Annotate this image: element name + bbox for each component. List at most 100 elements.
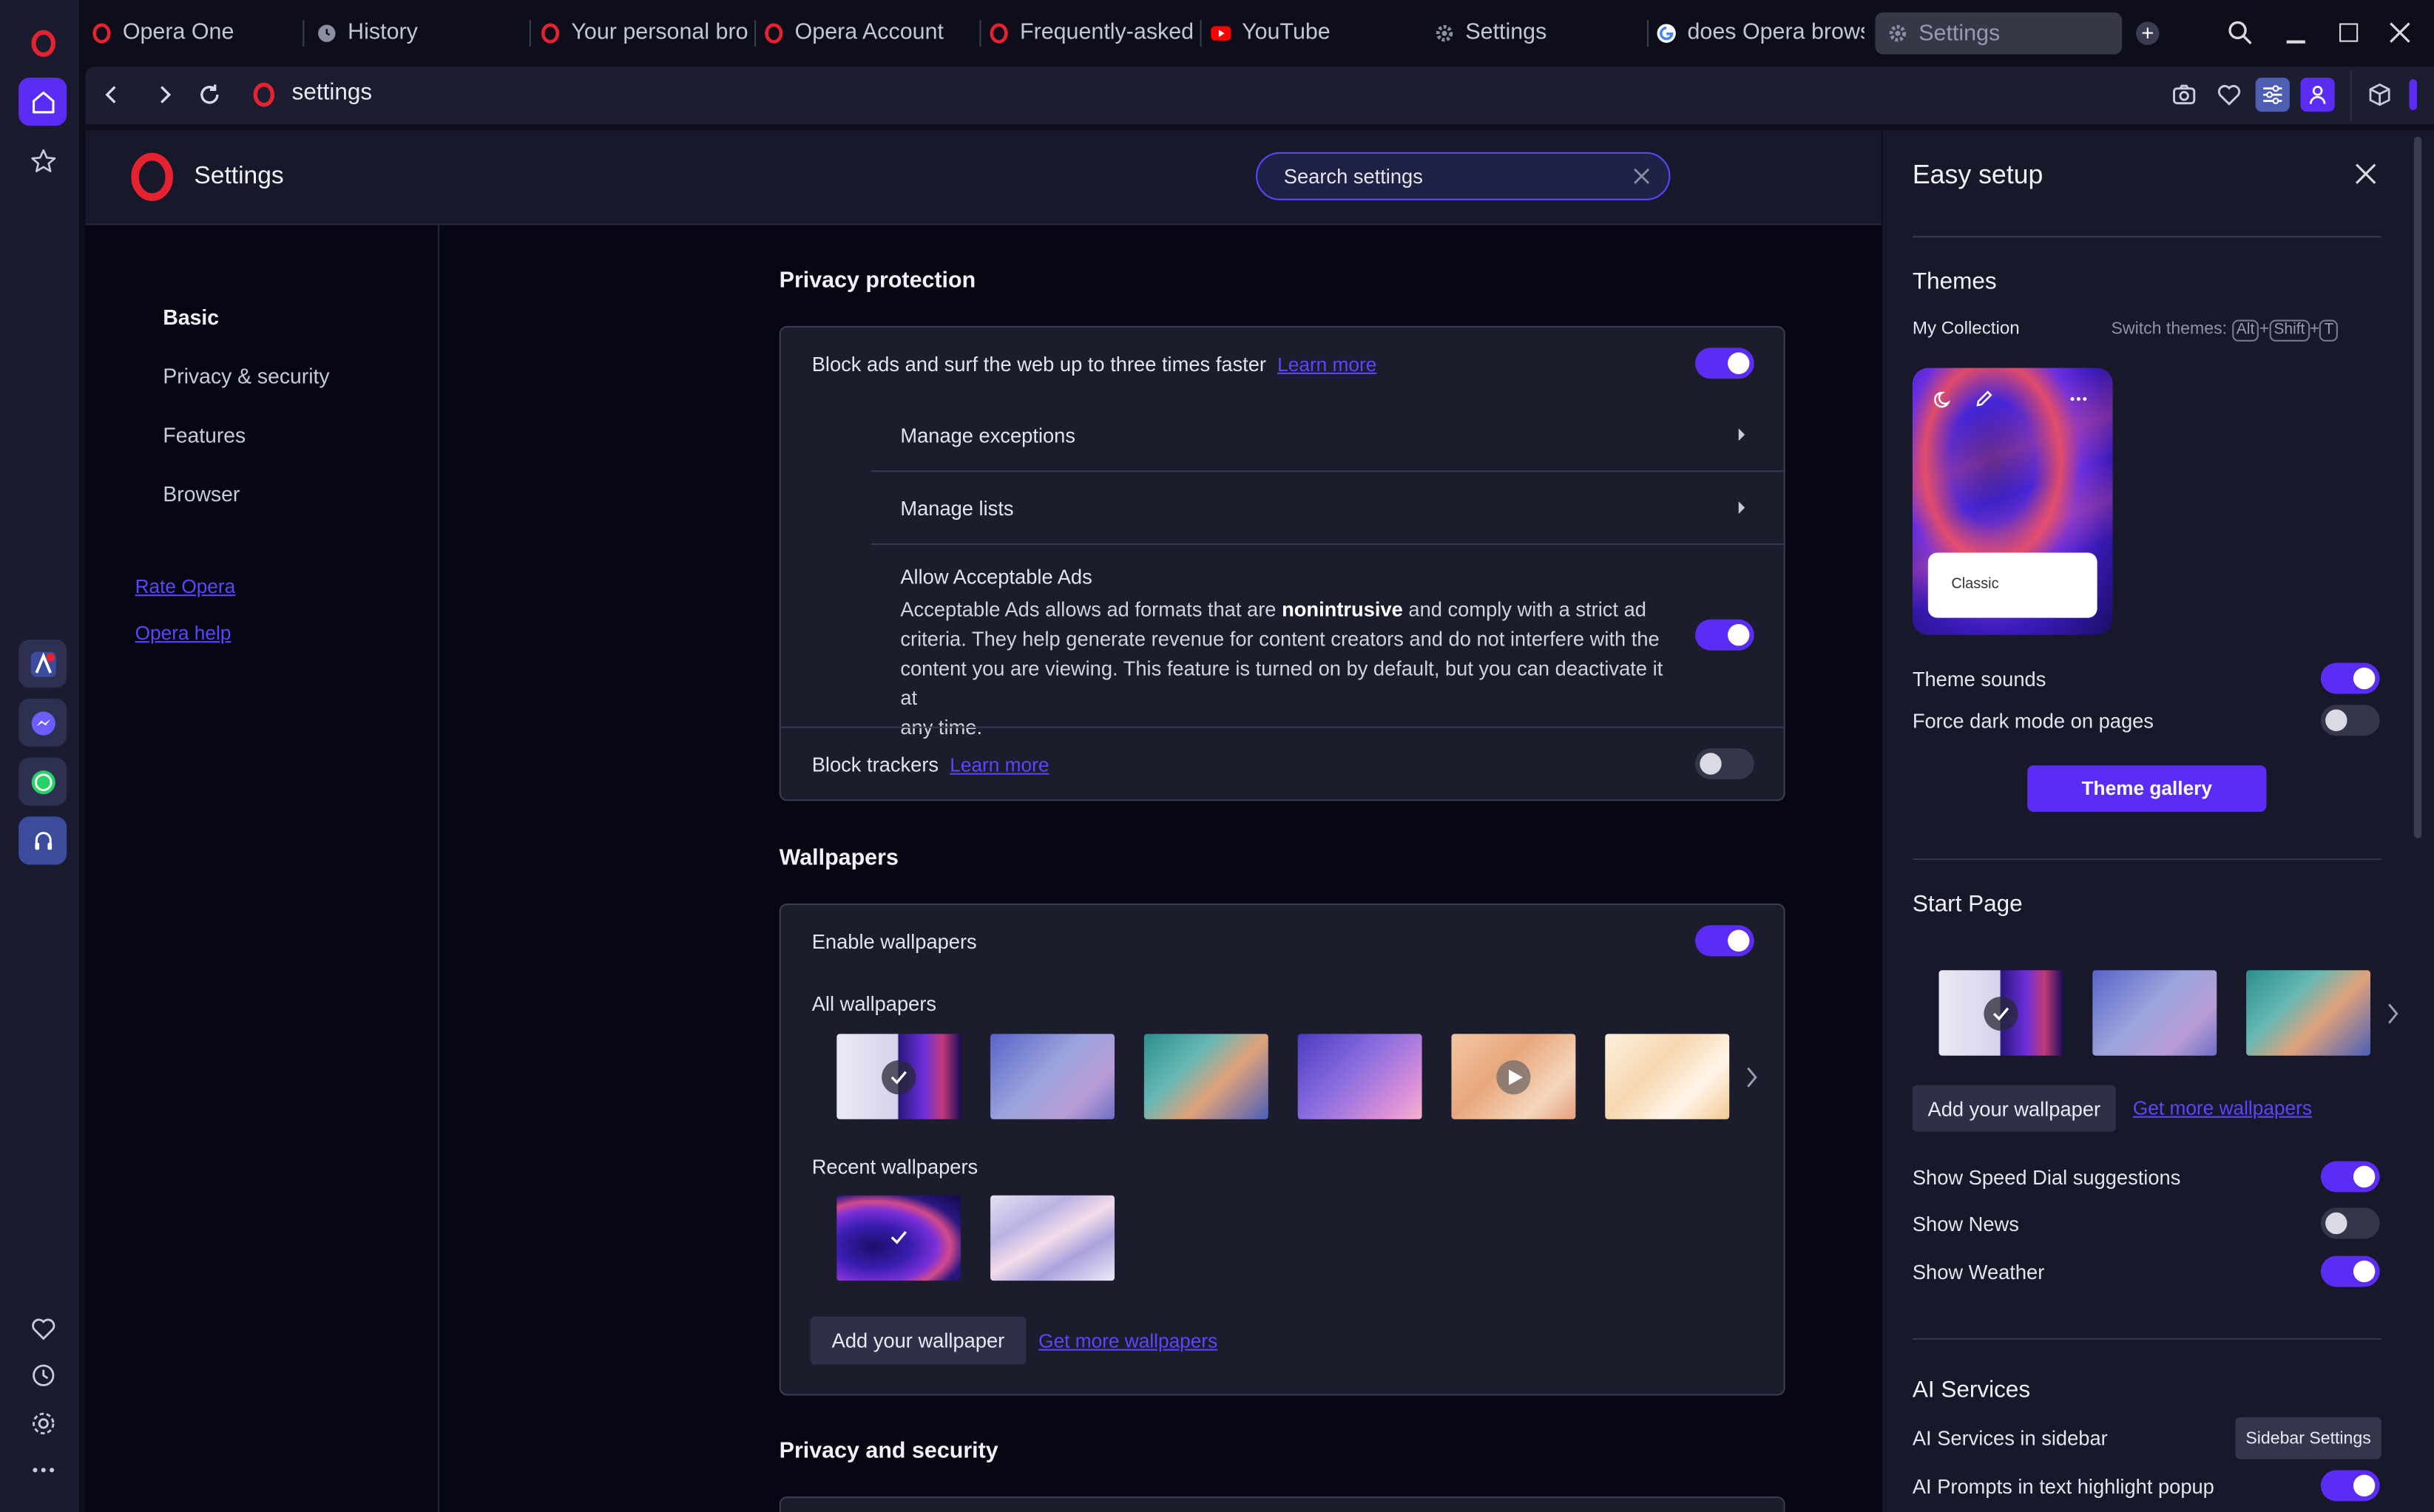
settings-gear-icon[interactable] [18,1399,67,1447]
music-player-icon[interactable] [18,816,67,865]
edit-pencil-icon[interactable] [1975,390,1993,408]
wallpaper-thumb[interactable] [1143,1034,1268,1119]
tab-opera-account[interactable]: Opera Account [764,10,973,56]
acceptable-ads-title: Allow Acceptable Ads [900,565,1092,589]
theme-sounds-label: Theme sounds [1912,667,2046,691]
recent-wallpaper-thumb-selected[interactable] [836,1195,961,1281]
theme-card-classic[interactable]: Classic [1912,367,2113,635]
extensions-cube-icon[interactable] [2367,82,2393,107]
privacy-security-card [779,1496,1785,1512]
chevron-right-icon[interactable] [1736,427,1748,442]
force-dark-toggle[interactable] [2320,705,2380,736]
manage-exceptions-label[interactable]: Manage exceptions [900,424,1075,447]
start-wallpaper-thumb[interactable] [2246,970,2371,1056]
close-window-icon[interactable] [2389,21,2410,43]
rate-opera-link[interactable]: Rate Opera [135,576,236,597]
history-icon[interactable] [18,1351,67,1399]
get-more-wallpapers-link[interactable]: Get more wallpapers [2133,1097,2312,1119]
heart-icon[interactable] [18,1304,67,1352]
tab-opera-one[interactable]: Opera One [92,10,294,56]
more-icon[interactable] [18,1445,67,1494]
theme-sounds-toggle[interactable] [2320,662,2380,694]
clear-search-icon[interactable] [1633,168,1650,185]
chevron-right-icon[interactable] [2386,1003,2400,1024]
theme-gallery-button[interactable]: Theme gallery [2027,765,2267,813]
block-ads-learn-more[interactable]: Learn more [1277,354,1376,376]
my-collection-label: My Collection [1912,319,2020,339]
history-icon [318,24,336,41]
tab-history[interactable]: History [317,10,518,56]
block-trackers-learn-more[interactable]: Learn more [950,754,1049,776]
search-settings-input[interactable]: Search settings [1256,152,1671,200]
nav-privacy-security[interactable]: Privacy & security [163,365,329,387]
snapshot-icon[interactable] [2171,82,2197,107]
block-trackers-toggle[interactable] [1694,748,1754,779]
get-more-wallpapers-link[interactable]: Get more wallpapers [1038,1330,1217,1352]
add-your-wallpaper-button[interactable]: Add your wallpaper [1912,1085,2116,1132]
themes-heading: Themes [1912,268,1997,295]
search-tabs-icon[interactable] [2228,20,2253,45]
forward-icon[interactable] [151,81,179,109]
sidebar-settings-button[interactable]: Sidebar Settings [2235,1417,2381,1460]
wallpaper-thumb[interactable] [990,1034,1115,1119]
chevron-right-icon[interactable] [1745,1066,1759,1088]
maximize-button[interactable] [2339,23,2359,42]
nav-basic[interactable]: Basic [163,306,219,329]
aria-icon[interactable] [18,640,67,688]
start-wallpaper-thumb-selected[interactable] [1938,970,2063,1056]
ai-services-heading: AI Services [1912,1377,2031,1404]
wallpaper-thumb-selected[interactable] [836,1034,961,1119]
privacy-security-title: Privacy and security [779,1439,998,1464]
wallpaper-thumb[interactable] [1605,1034,1730,1119]
tab-youtube[interactable]: YouTube [1211,10,1428,56]
tab-label: Opera Account [794,20,944,45]
tab-settings-active[interactable]: Settings [1875,12,2123,55]
tab-google-search[interactable]: does Opera brows [1657,10,1865,56]
acceptable-ads-toggle[interactable] [1694,619,1754,651]
moon-icon[interactable] [1934,390,1953,408]
tab-settings[interactable]: Settings [1434,10,1642,56]
url-field[interactable]: settings [292,79,373,106]
panel-scrollbar[interactable] [2413,136,2422,838]
opera-menu-icon[interactable] [18,18,67,67]
whatsapp-icon[interactable] [18,757,67,806]
more-options-icon[interactable] [2069,396,2088,401]
opera-help-link[interactable]: Opera help [135,623,231,644]
enable-wallpapers-toggle[interactable] [1694,925,1754,957]
pinboards-icon[interactable] [18,137,67,185]
start-page-heading: Start Page [1912,891,2023,918]
settings-page: Settings Search settings Basic Privacy &… [85,130,1882,1512]
start-wallpaper-thumb[interactable] [2092,970,2217,1056]
tab-personal-browser[interactable]: Your personal bro [540,10,748,56]
wallpaper-thumb-video[interactable] [1451,1034,1576,1119]
close-icon[interactable] [2355,163,2376,184]
minimize-button[interactable] [2286,40,2305,43]
easy-setup-panel: Easy setup Themes My Collection Switch t… [1882,130,2434,1512]
tab-label: Settings [1465,20,1547,45]
tab-label: Frequently-asked [1019,20,1194,45]
show-news-toggle[interactable] [2320,1207,2380,1239]
chevron-right-icon[interactable] [1736,500,1748,515]
account-button[interactable] [2300,77,2335,112]
home-icon[interactable] [18,77,67,126]
theme-card-label: Classic [1951,575,1999,594]
ai-prompts-toggle[interactable] [2320,1470,2380,1502]
add-wallpaper-button[interactable]: Add your wallpaper [810,1316,1027,1365]
nav-features[interactable]: Features [163,424,246,447]
check-icon [890,1071,907,1085]
speed-dial-toggle[interactable] [2320,1161,2380,1193]
show-weather-toggle[interactable] [2320,1255,2380,1287]
tab-faq[interactable]: Frequently-asked [989,10,1197,56]
recent-wallpaper-thumb[interactable] [990,1195,1115,1281]
new-tab-button[interactable]: + [2136,21,2160,45]
block-ads-toggle[interactable] [1694,348,1754,379]
heart-icon[interactable] [2217,82,2242,107]
reload-icon[interactable] [195,81,223,109]
manage-lists-label[interactable]: Manage lists [900,497,1013,520]
easy-setup-button[interactable] [2255,77,2290,112]
wallpaper-thumb[interactable] [1297,1034,1422,1119]
ai-prompts-label: AI Prompts in text highlight popup [1912,1474,2214,1499]
back-icon[interactable] [98,81,126,109]
nav-browser[interactable]: Browser [163,483,240,506]
messenger-icon[interactable] [18,698,67,747]
